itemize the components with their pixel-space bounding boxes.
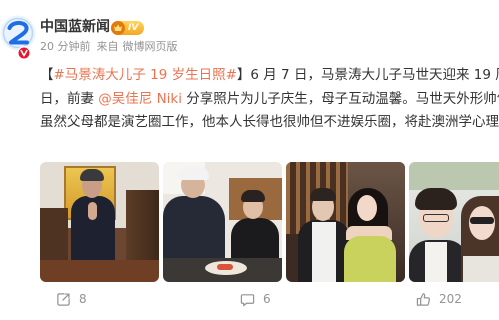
post-line-3-text: 虽然父母都是演艺圈工作，他本人长得也很帅但不进娱乐圈，将赴澳洲学心理 bbox=[40, 114, 499, 130]
comment-button[interactable]: 6 bbox=[240, 291, 271, 307]
comment-count: 6 bbox=[263, 292, 271, 306]
photo-4-woman-clothing bbox=[463, 256, 499, 282]
photo-strip bbox=[40, 162, 499, 282]
post-line-1-text: 6 月 7 日，马景涛大儿子马世天迎来 19 周岁生 bbox=[250, 67, 499, 83]
photo-2-left-person-hat bbox=[177, 166, 209, 180]
post-meta: 20 分钟前 来自 微博网页版 bbox=[40, 40, 178, 54]
like-icon bbox=[416, 292, 431, 306]
photo-3-woman-dress bbox=[344, 236, 396, 282]
post-line-2-before: 日，前妻 bbox=[40, 90, 99, 107]
post-line-2-after: 分享照片为儿子庆生，母子互动温馨。马世天外形帅气 bbox=[182, 90, 499, 107]
repost-button[interactable]: 8 bbox=[56, 291, 87, 307]
post-time[interactable]: 20 分钟前 bbox=[40, 40, 91, 54]
photo-4-man-shirt bbox=[425, 242, 447, 282]
bracket-open: 【 bbox=[40, 67, 54, 83]
weibo-post-card: 中国蓝新闻 IV 20 分钟前 来自 微博网页版 【#马景涛大儿子 19 岁生日… bbox=[0, 0, 499, 320]
photo-3-man-hair bbox=[310, 188, 336, 201]
member-level-badge[interactable]: IV bbox=[111, 21, 145, 35]
member-level-label: IV bbox=[128, 23, 139, 33]
photo-1-left-cabinet bbox=[40, 208, 68, 262]
mention-link[interactable]: @吴佳尼 Niki bbox=[98, 91, 182, 107]
photo-1-person-hands bbox=[88, 202, 97, 220]
photo-1-right-cabinet bbox=[126, 190, 159, 262]
photo-1-person-hat bbox=[80, 169, 104, 181]
photo-4-man-hair bbox=[415, 188, 457, 210]
bracket-close: 】 bbox=[236, 67, 251, 83]
post-line-2: 日，前妻 @吴佳尼 Niki 分享照片为儿子庆生，母子互动温馨。马世天外形帅气 bbox=[40, 88, 499, 112]
photo-1-table bbox=[40, 260, 159, 282]
photo-4-man-glasses bbox=[423, 214, 449, 222]
comment-icon bbox=[240, 293, 255, 306]
photo-2-left-person-body bbox=[163, 196, 225, 266]
photo-3-man-shirt bbox=[312, 222, 336, 282]
photo-2-right-person-hair bbox=[241, 190, 265, 202]
photo-2-food bbox=[217, 264, 233, 270]
photo-4-greenery bbox=[409, 162, 499, 190]
post-line-3: 虽然父母都是演艺圈工作，他本人长得也很帅但不进娱乐圈，将赴澳洲学心理 bbox=[40, 111, 499, 135]
repost-icon bbox=[57, 292, 70, 306]
like-button[interactable]: 202 bbox=[416, 291, 462, 307]
photo-3-woman-face bbox=[357, 195, 377, 221]
repost-count: 8 bbox=[79, 292, 87, 306]
like-count: 202 bbox=[439, 292, 462, 306]
post-line-1: 【#马景涛大儿子 19 岁生日照#】6 月 7 日，马景涛大儿子马世天迎来 19… bbox=[40, 64, 499, 88]
topic-link[interactable]: #马景涛大儿子 19 岁生日照# bbox=[54, 67, 237, 83]
account-name[interactable]: 中国蓝新闻 bbox=[40, 18, 110, 36]
crown-icon bbox=[111, 21, 125, 35]
photo-2[interactable] bbox=[163, 162, 282, 282]
source-prefix: 来自 bbox=[96, 40, 119, 53]
photo-4-woman-sunglasses bbox=[470, 217, 494, 224]
verified-v-icon bbox=[17, 46, 31, 60]
post-text: 【#马景涛大儿子 19 岁生日照#】6 月 7 日，马景涛大儿子马世天迎来 19… bbox=[40, 64, 499, 136]
post-source: 微博网页版 bbox=[122, 40, 178, 53]
photo-1[interactable] bbox=[40, 162, 159, 282]
photo-3[interactable] bbox=[286, 162, 405, 282]
photo-4[interactable] bbox=[409, 162, 499, 282]
